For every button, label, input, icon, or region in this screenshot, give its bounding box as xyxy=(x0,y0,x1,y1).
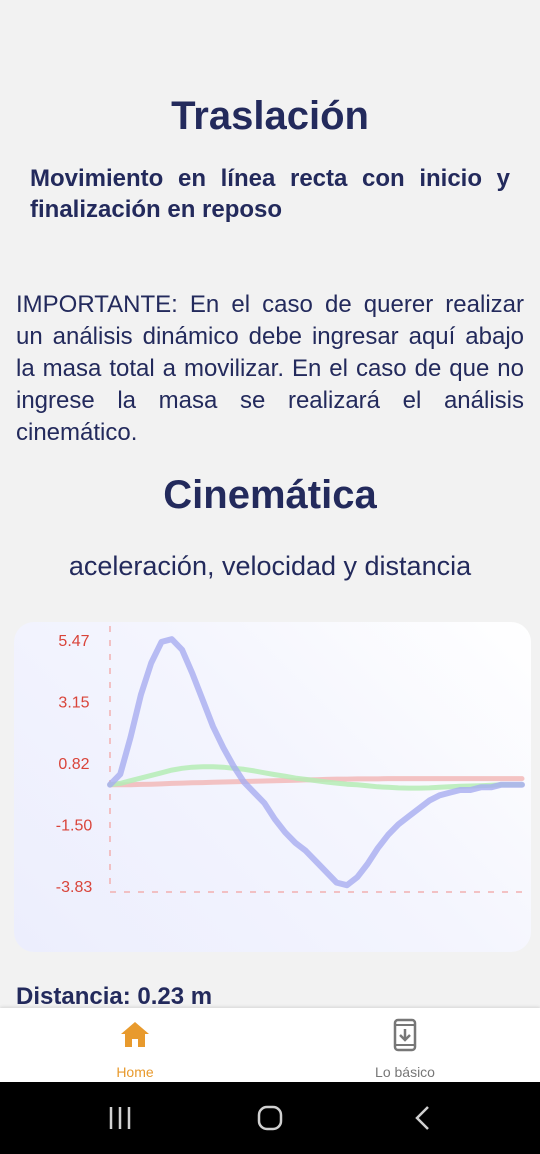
nav-label-lo-basico: Lo básico xyxy=(375,1064,435,1080)
nav-item-home[interactable]: Home xyxy=(0,1008,270,1082)
section-subtitle: aceleración, velocidad y distancia xyxy=(68,551,472,581)
section-title: Cinemática xyxy=(163,473,377,517)
acceleration-series-line xyxy=(107,636,525,889)
system-navigation-bar xyxy=(0,1082,540,1154)
kinematics-chart[interactable]: 5.47 3.15 0.82 -1.50 -3.83 xyxy=(14,622,531,952)
phone-download-icon xyxy=(388,1018,422,1052)
distance-readout: Distancia: 0.23 m xyxy=(16,983,213,1010)
important-notice: IMPORTANTE: En el caso de querer realiza… xyxy=(16,291,524,446)
y-tick-label: -1.50 xyxy=(56,817,93,834)
y-tick-label: 5.47 xyxy=(58,633,89,650)
nav-label-home: Home xyxy=(116,1064,154,1080)
home-icon xyxy=(118,1018,152,1052)
recent-apps-icon[interactable] xyxy=(100,1102,140,1134)
chart-svg: 5.47 3.15 0.82 -1.50 -3.83 xyxy=(56,626,526,896)
nav-item-lo-basico[interactable]: Lo básico xyxy=(270,1008,540,1082)
bottom-navigation: Home Lo básico xyxy=(0,1008,540,1082)
y-tick-label: -3.83 xyxy=(56,879,93,896)
back-icon[interactable] xyxy=(403,1102,443,1134)
page-subtitle: Movimiento en línea recta con inicio y f… xyxy=(30,165,510,223)
y-tick-label: 3.15 xyxy=(58,694,89,711)
y-tick-label: 0.82 xyxy=(58,756,89,773)
page-title: Traslación xyxy=(171,94,369,138)
home-circle-icon[interactable] xyxy=(250,1102,290,1134)
